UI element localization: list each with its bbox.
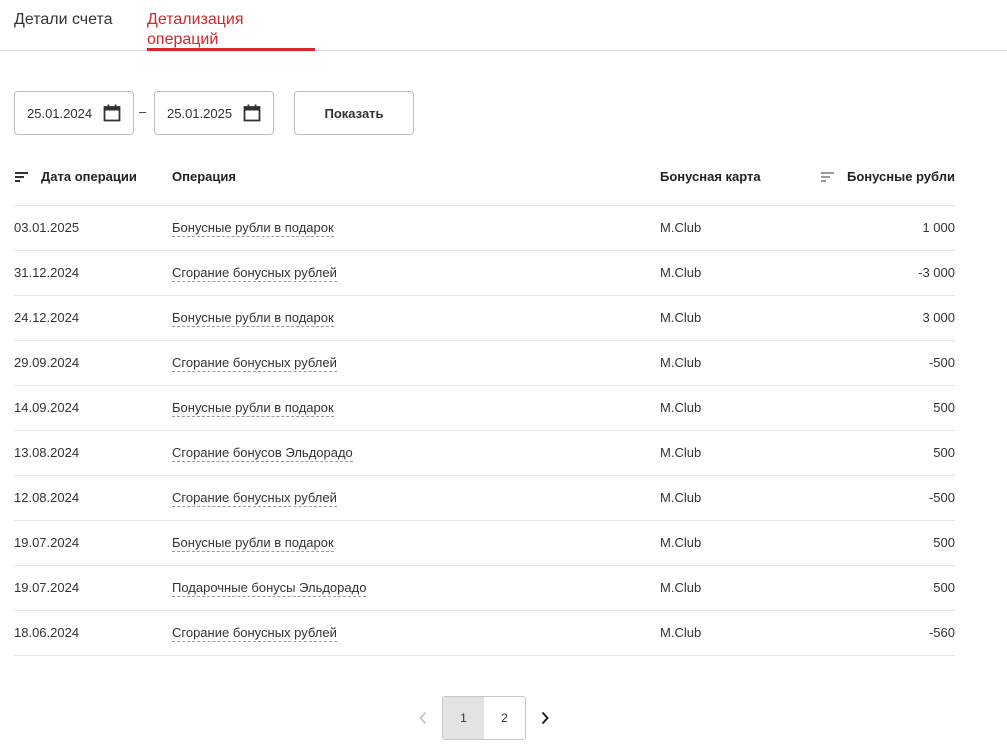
chevron-right-icon	[541, 711, 549, 725]
operation-name-link[interactable]: Сгорание бонусных рублей	[172, 266, 337, 282]
tab-operations-details[interactable]: Детализация операций	[147, 10, 315, 51]
bonus-amount: 1 000	[922, 220, 955, 235]
table-row: 12.08.2024 Сгорание бонусных рублей M.Club…	[14, 476, 955, 521]
tab-account-details[interactable]: Детали счета	[14, 10, 113, 51]
calendar-icon[interactable]	[103, 104, 121, 122]
bonus-card: M.Club	[660, 445, 702, 460]
table-row: 14.09.2024 Бонусные рубли в подарок M.Club…	[14, 386, 955, 431]
date-from-value: 25.01.2024	[27, 105, 93, 121]
header-card: Бонусная карта	[660, 169, 761, 184]
prev-page-button[interactable]	[410, 696, 436, 740]
sort-by-date-header[interactable]: Дата операции	[14, 170, 137, 184]
date-to-field[interactable]: 25.01.2025	[154, 91, 274, 135]
bonus-card: M.Club	[660, 490, 702, 505]
bonus-amount: 500	[933, 535, 955, 550]
bonus-card: M.Club	[660, 265, 702, 280]
operation-name-link[interactable]: Бонусные рубли в подарок	[172, 536, 334, 552]
operation-date: 13.08.2024	[14, 445, 80, 460]
operation-date: 31.12.2024	[14, 265, 80, 280]
operation-date: 03.01.2025	[14, 220, 80, 235]
page-numbers: 12	[442, 696, 526, 740]
table-row: 13.08.2024 Сгорание бонусов Эльдорадо M.Cl…	[14, 431, 955, 476]
header-amount-label: Бонусные рубли	[846, 169, 955, 184]
header-date-label: Дата операции	[41, 169, 137, 184]
operation-name-link[interactable]: Сгорание бонусных рублей	[172, 491, 337, 507]
operation-name-link[interactable]: Бонусные рубли в подарок	[172, 311, 334, 327]
operation-date: 29.09.2024	[14, 355, 80, 370]
operation-date: 14.09.2024	[14, 400, 80, 415]
page-2-button[interactable]: 2	[484, 697, 525, 739]
bonus-amount: 500	[933, 445, 955, 460]
date-range-separator: –	[139, 104, 147, 119]
bonus-card: M.Club	[660, 400, 702, 415]
bonus-card: M.Club	[660, 310, 702, 325]
date-from-field[interactable]: 25.01.2024	[14, 91, 134, 135]
table-row: 19.07.2024 Подарочные бонусы Эльдорадо M.C…	[14, 566, 955, 611]
bonus-amount: 3 000	[922, 310, 955, 325]
bonus-amount: -500	[928, 490, 955, 505]
bonus-card: M.Club	[660, 355, 702, 370]
header-operation: Операция	[172, 169, 236, 184]
operation-date: 24.12.2024	[14, 310, 80, 325]
bonus-amount: -560	[928, 625, 955, 640]
table-row: 18.06.2024 Сгорание бонусных рублей M.Club…	[14, 611, 955, 656]
bonus-amount: -500	[928, 355, 955, 370]
bonus-card: M.Club	[660, 535, 702, 550]
date-to-value: 25.01.2025	[167, 105, 233, 121]
operation-name-link[interactable]: Бонусные рубли в подарок	[172, 401, 334, 417]
table-row: 03.01.2025 Бонусные рубли в подарок M.Club…	[14, 206, 955, 251]
table-row: 29.09.2024 Сгорание бонусных рублей M.Club…	[14, 341, 955, 386]
operation-name-link[interactable]: Сгорание бонусных рублей	[172, 356, 337, 372]
bonus-card: M.Club	[660, 580, 702, 595]
chevron-left-icon	[419, 711, 427, 725]
operation-name-link[interactable]: Подарочные бонусы Эльдорадо	[172, 581, 367, 597]
bonus-card: M.Club	[660, 220, 702, 235]
sort-icon	[820, 172, 834, 182]
operation-date: 19.07.2024	[14, 535, 80, 550]
operation-name-link[interactable]: Сгорание бонусов Эльдорадо	[172, 446, 353, 462]
operation-name-link[interactable]: Бонусные рубли в подарок	[172, 221, 334, 237]
bonus-amount: 500	[933, 400, 955, 415]
table-row: 19.07.2024 Бонусные рубли в подарок M.Club…	[14, 521, 955, 566]
table-header: Дата операции Операция Бонусная карта Бо…	[14, 160, 955, 206]
tabs-bar: Детали счета Детализация операций	[0, 0, 1007, 51]
operation-date: 19.07.2024	[14, 580, 80, 595]
page-1-button[interactable]: 1	[443, 697, 484, 739]
show-button[interactable]: Показать	[294, 91, 414, 135]
table-row: 31.12.2024 Сгорание бонусных рублей M.Club…	[14, 251, 955, 296]
bonus-amount: -3 000	[918, 265, 955, 280]
operation-date: 18.06.2024	[14, 625, 80, 640]
table-row: 24.12.2024 Бонусные рубли в подарок M.Club…	[14, 296, 955, 341]
calendar-icon[interactable]	[243, 104, 261, 122]
operations-table-body: 03.01.2025 Бонусные рубли в подарок M.Club…	[14, 206, 955, 656]
sort-icon	[15, 172, 28, 182]
operation-date: 12.08.2024	[14, 490, 80, 505]
next-page-button[interactable]	[532, 696, 558, 740]
operation-name-link[interactable]: Сгорание бонусных рублей	[172, 626, 337, 642]
bonus-amount: 500	[933, 580, 955, 595]
bonus-card: M.Club	[660, 625, 702, 640]
sort-by-amount-header[interactable]: Бонусные рубли	[820, 170, 955, 184]
